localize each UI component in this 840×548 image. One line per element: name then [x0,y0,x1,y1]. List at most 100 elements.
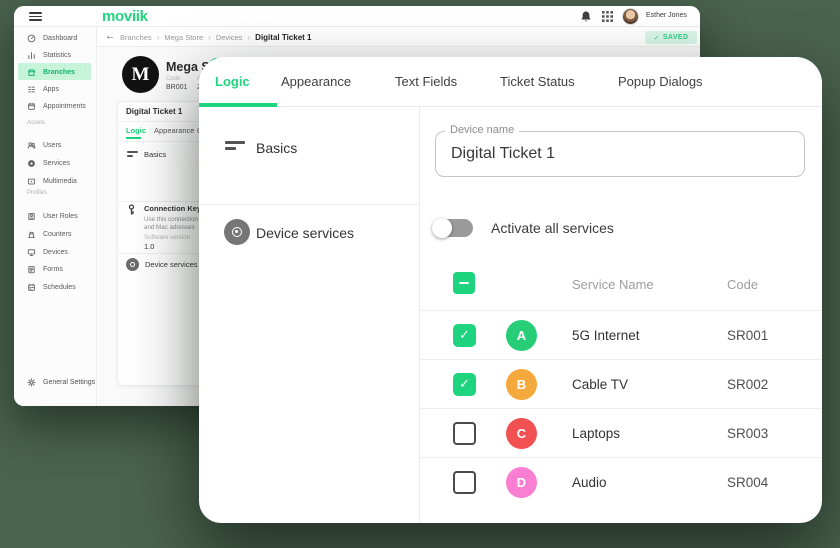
sidebar-item-schedules[interactable]: Schedules [14,279,97,295]
sidebar-section-profiles: Profiles [27,190,47,196]
breadcrumb-mega-store[interactable]: Mega Store [164,33,203,42]
connection-key-title: Connection Key [144,204,201,213]
sidebar-item-users[interactable]: Users [14,137,97,153]
code-value: BR001 [166,84,187,91]
tab-appearance[interactable]: Appearance [281,57,351,107]
multimedia-icon [27,177,36,186]
software-version-value: 1.0 [144,242,154,251]
service-checkbox[interactable] [453,422,476,445]
services-icon [27,159,36,168]
service-name: Cable TV [572,377,628,392]
row-divider [420,408,822,409]
modal-nav-basics[interactable]: Basics [256,140,297,156]
sidebar-item-branches[interactable]: Branches [14,64,97,80]
bell-icon[interactable] [580,10,592,23]
breadcrumb-current: Digital Ticket 1 [255,33,311,42]
chevron-right-icon: › [208,33,211,42]
counters-icon [27,230,36,239]
user-avatar[interactable] [622,8,639,25]
apps-icon [27,85,36,94]
chevron-right-icon: › [248,33,251,42]
toggle-knob [432,218,452,238]
active-tab-indicator [199,103,277,107]
appointments-icon [27,102,36,111]
devices-icon [27,248,36,257]
panel-device-services-label[interactable]: Device services [145,260,198,269]
service-checkbox[interactable] [453,471,476,494]
sidebar-item-statistics[interactable]: Statistics [14,47,97,63]
chevron-right-icon: › [157,33,160,42]
activate-all-toggle[interactable] [435,219,473,237]
connection-key-desc-2: and Mac adresses [144,224,195,231]
user-name: Esther Jones [646,12,687,19]
service-code: SR002 [727,377,768,392]
column-header-service-name: Service Name [572,277,654,292]
sidebar-item-user-roles[interactable]: User Roles [14,208,97,224]
row-divider [420,310,822,311]
store-logo: M [122,56,159,93]
schedules-icon [27,283,36,292]
service-code: SR003 [727,426,768,441]
tab-text-fields[interactable]: Text Fields [395,57,457,107]
key-icon [127,204,136,215]
service-avatar: A [506,320,537,351]
breadcrumb-devices[interactable]: Devices [216,33,243,42]
column-divider [419,107,420,523]
service-avatar: B [506,369,537,400]
row-divider [420,457,822,458]
breadcrumb: ← Branches › Mega Store › Devices › Digi… [105,27,312,47]
service-avatar: D [506,467,537,498]
sidebar-item-counters[interactable]: Counters [14,226,97,242]
select-all-checkbox[interactable] [453,272,475,294]
sidebar: Dashboard Statistics Branches Apps Appoi… [14,27,97,406]
sidebar-item-services[interactable]: Services [14,155,97,171]
sub-header: ← Branches › Mega Store › Devices › Digi… [97,27,700,47]
services-circle-icon [126,258,139,271]
sidebar-item-general-settings[interactable]: General Settings [14,374,97,390]
sidebar-item-apps[interactable]: Apps [14,81,97,97]
sidebar-item-devices[interactable]: Devices [14,244,97,260]
service-name: Audio [572,475,607,490]
back-arrow-icon[interactable]: ← [105,32,115,42]
activate-all-label: Activate all services [491,220,614,236]
tab-logic[interactable]: Logic [215,57,250,107]
forms-icon [27,265,36,274]
branches-icon [27,68,36,77]
sidebar-item-appointments[interactable]: Appointments [14,98,97,114]
device-settings-modal: Logic Appearance Text Fields Ticket Stat… [199,57,822,523]
service-avatar: C [506,418,537,449]
breadcrumb-branches[interactable]: Branches [120,33,152,42]
sidebar-section-assets: Assets [27,120,45,126]
apps-grid-icon[interactable] [602,11,613,22]
tab-popup-dialogs[interactable]: Popup Dialogs [618,57,703,107]
tune-icon [127,151,139,157]
top-bar: moviik Esther Jones [14,6,700,27]
panel-tab-appearance[interactable]: Appearance [154,126,194,135]
tune-icon [225,141,247,150]
code-label: Code [166,76,180,82]
service-checkbox[interactable] [453,324,476,347]
check-icon: ✓ [654,34,660,42]
users-icon [27,141,36,150]
status-badge-saved: ✓ SAVED [645,31,697,44]
panel-tab-logic[interactable]: Logic [126,126,146,135]
sidebar-item-forms[interactable]: Forms [14,261,97,277]
active-tab-indicator [126,137,141,139]
panel-title: Digital Ticket 1 [126,107,182,116]
hamburger-menu-button[interactable] [29,12,42,21]
user-roles-icon [27,212,36,221]
modal-nav-device-services[interactable]: Device services [256,225,354,241]
tab-ticket-status[interactable]: Ticket Status [500,57,575,107]
service-name: 5G Internet [572,328,640,343]
app-logo: moviik [102,8,148,25]
software-version-label: Software version [144,234,190,241]
sidebar-item-multimedia[interactable]: Multimedia [14,173,97,189]
gear-icon [27,378,36,387]
row-divider [420,359,822,360]
dashboard-icon [27,34,36,43]
service-checkbox[interactable] [453,373,476,396]
sidebar-item-dashboard[interactable]: Dashboard [14,30,97,46]
column-header-code: Code [727,277,758,292]
service-code: SR001 [727,328,768,343]
panel-basics-label[interactable]: Basics [144,150,166,159]
